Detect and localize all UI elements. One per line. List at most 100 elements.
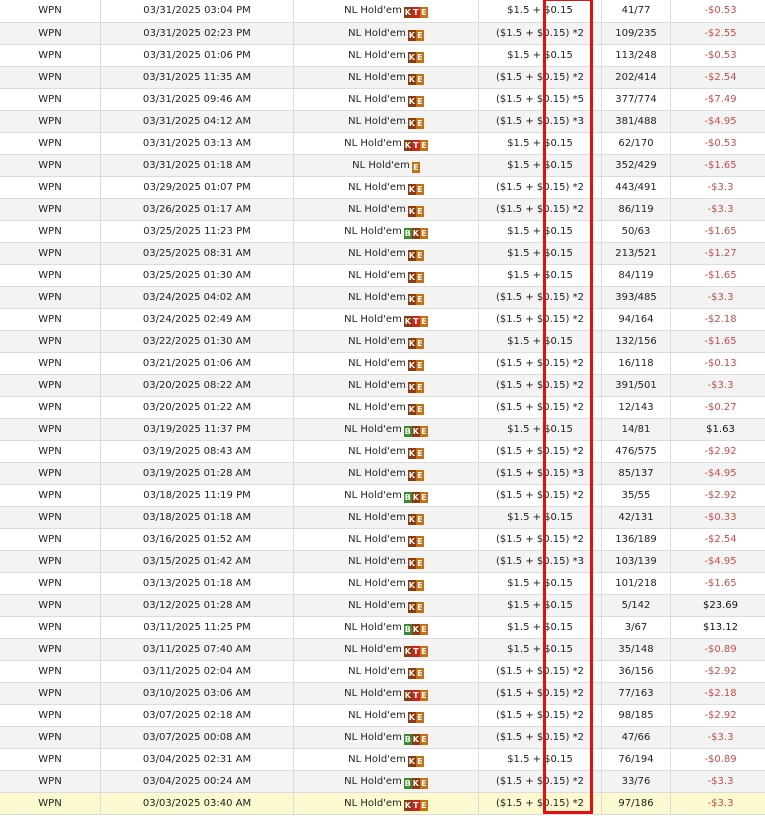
table-row[interactable]: WPN 03/04/2025 00:24 AM NL Hold'em B K E ($1.5… [0,770,765,793]
badge-k-icon: K [407,513,416,525]
game-type-badge-icon: KE [407,601,424,613]
table-row[interactable]: WPN 03/07/2025 02:18 AM NL Hold'em K E ($1.5 … [0,704,765,727]
badge-k-icon: K [407,249,416,261]
table-row[interactable]: WPN 03/26/2025 01:17 AM NL Hold'em K E ($1.5 … [0,198,765,221]
badge-t-icon: T [411,7,420,19]
table-row[interactable]: WPN 03/10/2025 03:06 AM NL Hold'em K T E ($1.5… [0,682,765,705]
result-cell: -$3.3 [670,374,765,397]
date-cell-text: 03/07/2025 00:08 AM [142,731,252,743]
table-row[interactable]: WPN 03/24/2025 02:49 AM NL Hold'em K T E ($1.5… [0,308,765,331]
badge-e-icon: E [415,447,424,459]
table-row[interactable]: WPN 03/25/2025 01:30 AM NL Hold'em K E $1.5 +… [0,264,765,287]
position-cell-text: 98/185 [618,709,654,721]
badge-k-icon: K [407,535,416,547]
table-row[interactable]: WPN 03/31/2025 03:13 AM NL Hold'em K T E $1.5 … [0,132,765,155]
game-cell-text: NL Hold'em [344,621,402,633]
result-cell-text: -$2.18 [704,313,737,325]
table-row[interactable]: WPN 03/11/2025 02:04 AM NL Hold'em K E ($1.5 … [0,660,765,683]
buyin-cell: ($1.5 + $0.15) *2 [478,792,602,815]
date-cell-text: 03/26/2025 01:17 AM [142,203,252,215]
table-row[interactable]: WPN 03/18/2025 01:18 AM NL Hold'em K E $1.5 +… [0,506,765,529]
game-type-badge-icon: KE [407,95,424,107]
buyin-cell-text: $1.5 + $0.15 [507,643,573,655]
game-cell: NL Hold'em K E [293,594,479,617]
table-row[interactable]: WPN 03/07/2025 00:08 AM NL Hold'em B K E ($1.5… [0,726,765,749]
table-row[interactable]: WPN 03/11/2025 07:40 AM NL Hold'em K T E $1.5 … [0,638,765,661]
position-cell: 42/131 [601,506,671,529]
position-cell-text: 113/248 [615,49,657,61]
game-cell-text: NL Hold'em [348,203,406,215]
date-cell-text: 03/20/2025 01:22 AM [142,401,252,413]
result-cell-text: -$1.27 [704,247,737,259]
result-cell: -$2.92 [670,704,765,727]
buyin-cell: ($1.5 + $0.15) *2 [478,198,602,221]
buyin-cell-text: ($1.5 + $0.15) *2 [496,731,584,743]
date-cell-text: 03/19/2025 11:37 PM [143,423,251,435]
table-row[interactable]: WPN 03/31/2025 01:06 PM NL Hold'em K E $1.5 +… [0,44,765,67]
table-row[interactable]: WPN 03/11/2025 11:25 PM NL Hold'em B K E $1.5 … [0,616,765,639]
site-cell-text: WPN [38,269,62,281]
position-cell-text: 33/76 [621,775,651,787]
tournament-results-table: WPN 03/31/2025 03:04 PM NL Hold'em K T E $1.5 … [0,0,765,815]
badge-b-icon: B [403,425,412,437]
table-row[interactable]: WPN 03/25/2025 11:23 PM NL Hold'em B K E $1.5 … [0,220,765,243]
game-cell: NL Hold'em K E [293,66,479,89]
site-cell-text: WPN [38,533,62,545]
table-row[interactable]: WPN 03/31/2025 04:12 AM NL Hold'em K E ($1.5 … [0,110,765,133]
table-row[interactable]: WPN 03/31/2025 03:04 PM NL Hold'em K T E $1.5 … [0,0,765,23]
game-cell: NL Hold'em B K E [293,616,479,639]
site-cell: WPN [0,198,101,221]
table-row[interactable]: WPN 03/19/2025 08:43 AM NL Hold'em K E ($1.5 … [0,440,765,463]
game-type-badge-icon: BKE [403,227,428,239]
position-cell: 443/491 [601,176,671,199]
table-row[interactable]: WPN 03/16/2025 01:52 AM NL Hold'em K E ($1.5 … [0,528,765,551]
game-cell-text: NL Hold'em [344,313,402,325]
game-cell-text: NL Hold'em [348,27,406,39]
badge-k-icon: K [407,447,416,459]
result-cell: -$2.18 [670,308,765,331]
position-cell-text: 377/774 [615,93,657,105]
badge-e-icon: E [419,491,428,503]
table-row[interactable]: WPN 03/29/2025 01:07 PM NL Hold'em K E ($1.5 … [0,176,765,199]
badge-k-icon: K [403,139,412,151]
table-row[interactable]: WPN 03/20/2025 01:22 AM NL Hold'em K E ($1.5 … [0,396,765,419]
table-row[interactable]: WPN 03/25/2025 08:31 AM NL Hold'em K E $1.5 +… [0,242,765,265]
site-cell-text: WPN [38,401,62,413]
buyin-cell: $1.5 + $0.15 [478,264,602,287]
badge-e-icon: E [415,271,424,283]
table-row[interactable]: WPN 03/31/2025 01:18 AM NL Hold'em E $1.5 + … [0,154,765,177]
game-cell-text: NL Hold'em [348,467,406,479]
table-row[interactable]: WPN 03/31/2025 11:35 AM NL Hold'em K E ($1.5 … [0,66,765,89]
result-cell: -$2.92 [670,660,765,683]
buyin-cell-text: ($1.5 + $0.15) *2 [496,357,584,369]
position-cell-text: 94/164 [618,313,654,325]
game-type-badge-icon: BKE [403,777,428,789]
table-row[interactable]: WPN 03/31/2025 09:46 AM NL Hold'em K E ($1.5 … [0,88,765,111]
game-cell-text: NL Hold'em [348,93,406,105]
badge-k-icon: K [407,205,416,217]
table-row[interactable]: WPN 03/21/2025 01:06 AM NL Hold'em K E ($1.5 … [0,352,765,375]
result-cell: -$0.33 [670,506,765,529]
table-row[interactable]: WPN 03/19/2025 11:37 PM NL Hold'em B K E $1.5 … [0,418,765,441]
table-row[interactable]: WPN 03/24/2025 04:02 AM NL Hold'em K E ($1.5 … [0,286,765,309]
result-cell: -$1.65 [670,220,765,243]
badge-k-icon: K [403,799,412,811]
date-cell: 03/10/2025 03:06 AM [100,682,294,705]
table-row[interactable]: WPN 03/04/2025 02:31 AM NL Hold'em K E $1.5 +… [0,748,765,771]
table-row[interactable]: WPN 03/31/2025 02:23 PM NL Hold'em K E ($1.5 … [0,22,765,45]
table-row[interactable]: WPN 03/15/2025 01:42 AM NL Hold'em K E ($1.5 … [0,550,765,573]
site-cell-text: WPN [38,115,62,127]
table-row[interactable]: WPN 03/20/2025 08:22 AM NL Hold'em K E ($1.5 … [0,374,765,397]
buyin-cell-text: ($1.5 + $0.15) *2 [496,533,584,545]
table-row[interactable]: WPN 03/03/2025 03:40 AM NL Hold'em K T E ($1.5… [0,792,765,815]
table-row[interactable]: WPN 03/19/2025 01:28 AM NL Hold'em K E ($1.5 … [0,462,765,485]
result-cell: -$0.27 [670,396,765,419]
table-row[interactable]: WPN 03/13/2025 01:18 AM NL Hold'em K E $1.5 +… [0,572,765,595]
buyin-cell: ($1.5 + $0.15) *2 [478,176,602,199]
table-row[interactable]: WPN 03/22/2025 01:30 AM NL Hold'em K E $1.5 +… [0,330,765,353]
table-row[interactable]: WPN 03/12/2025 01:28 AM NL Hold'em K E $1.5 +… [0,594,765,617]
position-cell: 35/55 [601,484,671,507]
badge-k-icon: K [407,337,416,349]
game-cell-text: NL Hold'em [348,599,406,611]
table-row[interactable]: WPN 03/18/2025 11:19 PM NL Hold'em B K E ($1.5… [0,484,765,507]
